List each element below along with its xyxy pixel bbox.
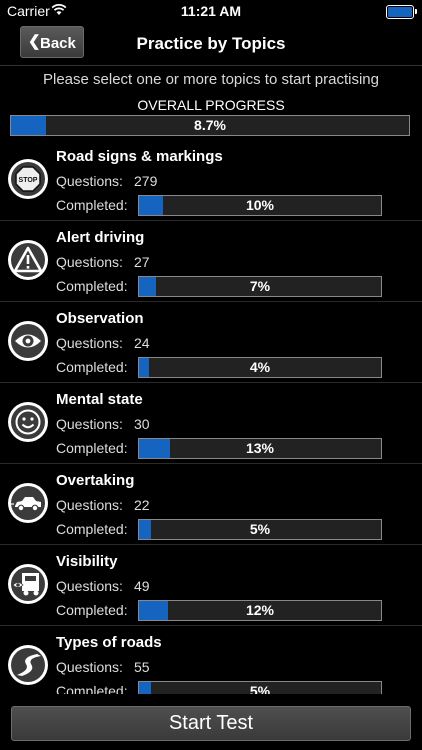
completed-progress-text: 5% [249,683,271,694]
topic-title: Visibility [56,553,118,570]
questions-count: 24 [134,335,150,351]
completed-progress-text: 7% [249,278,271,294]
topic-row-overtaking[interactable]: Overtaking Questions: 22 Completed: 5% [0,464,422,545]
instruction-text: Please select one or more topics to star… [43,71,379,88]
completed-progress-text: 12% [245,602,275,618]
warning-triangle-icon [8,240,48,280]
topic-row-observation[interactable]: Observation Questions: 24 Completed: 4% [0,302,422,383]
nav-divider [0,65,422,66]
overall-progress-text: 8.7% [194,117,226,133]
car-icon [8,483,48,523]
status-bar: Carrier 11:21 AM [0,0,422,24]
completed-progress-text: 13% [245,440,275,456]
questions-count: 55 [134,659,150,675]
questions-count: 279 [134,173,158,189]
start-test-button[interactable]: Start Test [11,706,411,741]
winding-road-icon [8,645,48,685]
completed-label: Completed: [56,197,128,213]
completed-label: Completed: [56,278,128,294]
completed-progress-bar: 4% [138,357,382,378]
battery-icon [386,5,417,19]
completed-label: Completed: [56,521,128,537]
topic-title: Mental state [56,391,143,408]
questions-label: Questions: [56,416,123,432]
topic-title: Observation [56,310,144,327]
topic-title: Alert driving [56,229,145,246]
completed-progress-bar: 10% [138,195,382,216]
completed-progress-bar: 12% [138,600,382,621]
completed-progress-bar: 13% [138,438,382,459]
topic-row-mental-state[interactable]: Mental state Questions: 30 Completed: 13… [0,383,422,464]
topic-title: Overtaking [56,472,135,489]
questions-count: 27 [134,254,150,270]
topic-title: Types of roads [56,634,162,651]
completed-progress-bar: 7% [138,276,382,297]
eye-icon [8,321,48,361]
bottom-bar: Start Test [0,694,422,750]
overall-progress-label: OVERALL PROGRESS [137,97,285,113]
questions-label: Questions: [56,254,123,270]
topic-row-visibility[interactable]: Visibility Questions: 49 Completed: 12% [0,545,422,626]
questions-count: 22 [134,497,150,513]
stop-sign-icon: STOP [8,159,48,199]
topic-title: Road signs & markings [56,148,223,165]
navigation-bar: ❮ Back Practice by Topics [0,24,422,64]
questions-label: Questions: [56,173,123,189]
topic-list[interactable]: STOP Road signs & markings Questions: 27… [0,140,422,694]
questions-label: Questions: [56,659,123,675]
questions-label: Questions: [56,497,123,513]
completed-label: Completed: [56,602,128,618]
completed-progress-text: 4% [249,359,271,375]
questions-label: Questions: [56,335,123,351]
completed-label: Completed: [56,683,128,694]
completed-progress-bar: 5% [138,519,382,540]
completed-progress-text: 5% [249,521,271,537]
topic-row-types-of-roads[interactable]: Types of roads Questions: 55 Completed: … [0,626,422,694]
topic-row-road-signs[interactable]: STOP Road signs & markings Questions: 27… [0,140,422,221]
topic-row-alert-driving[interactable]: Alert driving Questions: 27 Completed: 7… [0,221,422,302]
questions-count: 49 [134,578,150,594]
truck-icon [8,564,48,604]
completed-label: Completed: [56,440,128,456]
completed-progress-text: 10% [245,197,275,213]
overall-progress-bar: 8.7% [10,115,410,136]
svg-text:STOP: STOP [19,177,38,184]
questions-label: Questions: [56,578,123,594]
completed-label: Completed: [56,359,128,375]
clock: 11:21 AM [180,3,242,19]
completed-progress-bar: 5% [138,681,382,694]
page-title: Practice by Topics [136,34,286,53]
questions-count: 30 [134,416,150,432]
smiley-face-icon [8,402,48,442]
